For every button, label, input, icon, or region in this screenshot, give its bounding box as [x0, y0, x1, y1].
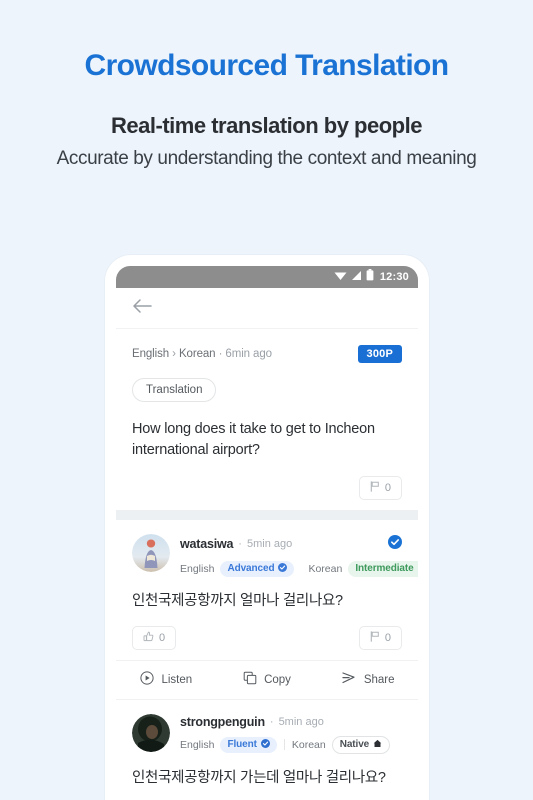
listen-button[interactable]: Listen — [116, 671, 217, 688]
point-badge: 300P — [357, 345, 402, 363]
answer-username[interactable]: watasiwa — [180, 537, 233, 551]
question-language-pair: English › Korean · 6min ago — [132, 348, 272, 360]
check-badge-icon — [278, 562, 288, 575]
answer-header-text: watasiwa · 5min ago English Advanced Kor… — [180, 534, 418, 577]
meta-separator: · — [238, 538, 242, 551]
home-icon — [373, 739, 382, 751]
answer-header-text: strongpenguin · 5min ago English Fluent — [180, 714, 402, 754]
answer-username[interactable]: strongpenguin — [180, 715, 265, 729]
question-card: English › Korean · 6min ago 300P Transla… — [116, 329, 418, 510]
flag-icon — [370, 480, 380, 495]
level-label: Intermediate — [355, 563, 414, 575]
phone-screen: 12:30 English › Korean · 6min ago 300P T… — [116, 266, 418, 800]
language-arrow-icon: › — [172, 348, 176, 360]
answer-action-bar: Listen Copy Share — [116, 659, 418, 700]
wifi-icon — [334, 268, 347, 286]
check-badge-icon — [260, 738, 270, 751]
answer-item: strongpenguin · 5min ago English Fluent — [116, 699, 418, 799]
question-footer: 0 — [132, 475, 402, 500]
copy-button[interactable]: Copy — [217, 671, 318, 688]
answer-header: watasiwa · 5min ago English Advanced Kor… — [132, 533, 418, 577]
promo-tagline: Accurate by understanding the context an… — [56, 148, 477, 169]
verified-badge-icon — [388, 534, 402, 554]
answer-timestamp: 5min ago — [278, 715, 324, 728]
level-label: Fluent — [227, 739, 257, 751]
language-level-badge: Advanced — [220, 560, 295, 577]
question-report-counter[interactable]: 0 — [358, 475, 402, 500]
back-arrow-icon[interactable] — [132, 298, 152, 319]
answer-item: watasiwa · 5min ago English Advanced Kor… — [116, 519, 418, 660]
like-count: 0 — [159, 631, 166, 644]
language-levels: English Advanced Korean Intermediate — [180, 560, 418, 577]
meta-separator: · — [218, 348, 223, 360]
report-count: 0 — [384, 481, 391, 494]
answer-name-row: watasiwa · 5min ago — [180, 534, 402, 554]
target-language: Korean — [178, 348, 216, 360]
language-name: Korean — [291, 738, 326, 751]
share-label: Share — [363, 673, 395, 686]
language-level-badge: Intermediate — [348, 560, 418, 577]
answer-header: strongpenguin · 5min ago English Fluent — [132, 713, 402, 754]
status-bar: 12:30 — [116, 266, 418, 288]
language-name: English — [180, 562, 215, 575]
app-bar — [116, 288, 418, 329]
meta-separator: · — [269, 715, 274, 728]
answer-like-counter[interactable]: 0 — [132, 625, 177, 650]
flag-icon — [370, 630, 380, 645]
level-label: Advanced — [227, 563, 275, 575]
source-language: English — [132, 348, 170, 360]
divider — [283, 739, 285, 751]
answer-text: 인천국제공항까지 얼마나 걸리나요? — [132, 592, 343, 609]
question-timestamp: 6min ago — [225, 348, 272, 360]
avatar[interactable] — [132, 533, 170, 572]
share-button[interactable]: Share — [317, 671, 418, 688]
level-label: Native — [339, 739, 370, 751]
thumbs-up-icon — [143, 631, 154, 645]
section-divider — [116, 509, 418, 520]
question-text: How long does it take to get to Incheon … — [132, 421, 375, 459]
report-count: 0 — [384, 631, 391, 644]
language-level-badge: Native — [331, 735, 391, 754]
signal-icon — [351, 268, 362, 286]
answer-timestamp: 5min ago — [246, 538, 293, 551]
share-icon — [341, 671, 357, 688]
listen-label: Listen — [161, 673, 193, 686]
answer-footer: 0 0 — [132, 625, 402, 650]
answer-text: 인천국제공항까지 가는데 얼마나 걸리나요? — [132, 769, 386, 786]
play-circle-icon — [140, 671, 155, 688]
answer-report-counter[interactable]: 0 — [358, 625, 402, 650]
avatar[interactable] — [132, 713, 170, 752]
category-chip[interactable]: Translation — [132, 378, 217, 402]
promo-subtitle: Real-time translation by people — [111, 113, 422, 138]
copy-icon — [243, 671, 257, 688]
status-bar-clock: 12:30 — [379, 271, 409, 283]
question-meta-row: English › Korean · 6min ago 300P — [132, 345, 402, 363]
page-title: Crowdsourced Translation — [84, 49, 450, 82]
promo-header: Crowdsourced Translation Real-time trans… — [0, 0, 533, 170]
language-level-badge: Fluent — [220, 736, 277, 753]
language-name: Korean — [308, 562, 343, 575]
copy-label: Copy — [264, 673, 291, 686]
battery-icon — [366, 268, 374, 286]
language-levels: English Fluent Korean Native — [180, 735, 402, 754]
phone-mockup: 12:30 English › Korean · 6min ago 300P T… — [105, 255, 429, 800]
language-name: English — [180, 738, 215, 751]
answer-name-row: strongpenguin · 5min ago — [180, 715, 402, 729]
